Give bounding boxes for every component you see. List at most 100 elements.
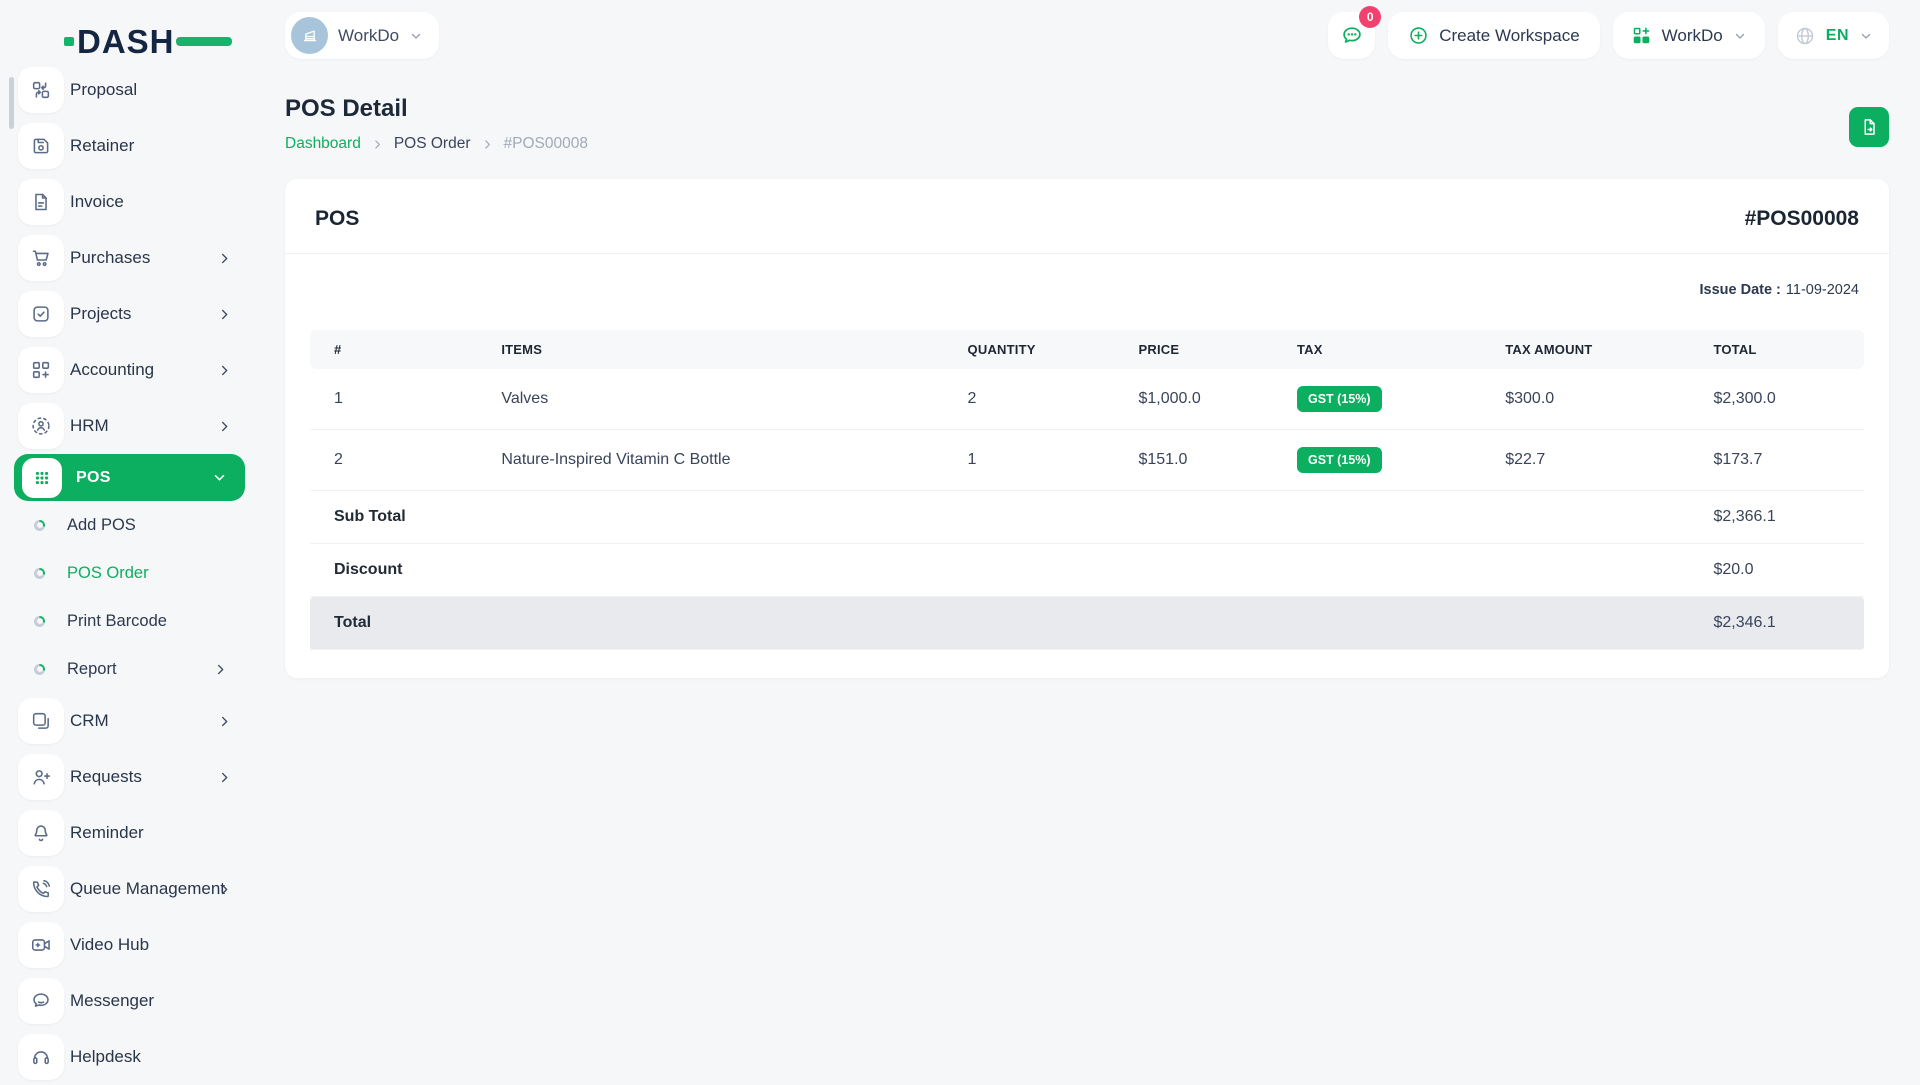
page-title: POS Detail — [285, 95, 588, 123]
bullet-icon — [34, 664, 45, 675]
create-workspace-label: Create Workspace — [1439, 26, 1579, 46]
total-row: Total $2,346.1 — [310, 597, 1864, 650]
document-icon — [1859, 117, 1879, 137]
table-row: 1 Valves 2 $1,000.0 GST (15%) $300.0 $2,… — [310, 369, 1864, 430]
cell-no: 2 — [310, 430, 493, 491]
sidebar-item-invoice[interactable]: Invoice — [0, 174, 258, 230]
table-header-row: # ITEMS QUANTITY PRICE TAX TAX AMOUNT TO… — [310, 330, 1864, 369]
cell-total: $2,300.0 — [1705, 369, 1864, 430]
sidebar-item-messenger[interactable]: Messenger — [0, 973, 258, 1029]
sidebar-item-purchases[interactable]: Purchases — [0, 230, 258, 286]
col-header-items: ITEMS — [493, 330, 959, 369]
globe-icon — [1794, 25, 1816, 47]
language-code: EN — [1826, 27, 1849, 45]
sidebar-item-label: CRM — [70, 711, 109, 731]
chevron-down-icon — [409, 29, 423, 43]
subtotal-label: Sub Total — [310, 491, 1705, 544]
proposal-icon — [18, 67, 64, 113]
app-menu-button[interactable]: WorkDo — [1613, 12, 1765, 59]
messages-button[interactable]: 0 — [1328, 12, 1375, 59]
duplicate-pos-button[interactable] — [1849, 107, 1889, 147]
workspace-avatar — [291, 17, 328, 54]
sidebar-item-helpdesk[interactable]: Helpdesk — [0, 1029, 258, 1085]
sidebar-item-label: Projects — [70, 304, 131, 324]
sidebar-item-pos[interactable]: POS — [14, 454, 245, 501]
sidebar-item-video-hub[interactable]: Video Hub — [0, 917, 258, 973]
main-content: POS Detail Dashboard POS Order #POS00008… — [258, 71, 1920, 1080]
sidebar-item-label: Helpdesk — [70, 1047, 141, 1067]
sidebar-item-requests[interactable]: Requests — [0, 749, 258, 805]
sidebar-item-hrm[interactable]: HRM — [0, 398, 258, 454]
discount-row: Discount $20.0 — [310, 544, 1864, 597]
sidebar-item-label: Purchases — [70, 248, 150, 268]
sidebar-subitem-label: Add POS — [67, 516, 136, 535]
cell-price: $1,000.0 — [1130, 369, 1289, 430]
top-bar: WorkDo 0 Create Workspace WorkDo — [258, 0, 1920, 71]
cell-total: $173.7 — [1705, 430, 1864, 491]
breadcrumb-pos-order[interactable]: POS Order — [394, 135, 471, 153]
sidebar-subitem-label: POS Order — [67, 564, 149, 583]
hrm-icon — [18, 403, 64, 449]
app-logo[interactable]: DASH — [64, 22, 194, 60]
pos-number: #POS00008 — [1745, 207, 1859, 231]
sidebar-item-label: Proposal — [70, 80, 137, 100]
subtotal-value: $2,366.1 — [1705, 491, 1864, 544]
sidebar-item-projects[interactable]: Projects — [0, 286, 258, 342]
breadcrumb-pos-number: #POS00008 — [504, 135, 588, 153]
col-header-tax-amount: TAX AMOUNT — [1497, 330, 1705, 369]
card-title: POS — [315, 207, 359, 231]
sidebar-item-proposal[interactable]: Proposal — [0, 62, 258, 118]
language-selector[interactable]: EN — [1778, 12, 1889, 59]
cell-item: Nature-Inspired Vitamin C Bottle — [493, 430, 959, 491]
sidebar-subitem-add-pos[interactable]: Add POS — [0, 501, 258, 549]
sidebar-subitem-pos-order[interactable]: POS Order — [0, 549, 258, 597]
sidebar-item-label: Retainer — [70, 136, 134, 156]
sidebar-item-label: Reminder — [70, 823, 144, 843]
logo-dot — [64, 37, 74, 46]
cell-tax-amount: $300.0 — [1497, 369, 1705, 430]
total-value: $2,346.1 — [1705, 597, 1864, 650]
chat-bubble-icon — [18, 978, 64, 1024]
chevron-right-icon — [217, 770, 232, 785]
breadcrumb-dashboard-link[interactable]: Dashboard — [285, 135, 361, 153]
workspace-selector[interactable]: WorkDo — [285, 12, 439, 59]
app-menu-label: WorkDo — [1662, 26, 1723, 46]
sidebar-item-label: HRM — [70, 416, 109, 436]
sidebar-item-queue-management[interactable]: Queue Management — [0, 861, 258, 917]
table-row: 2 Nature-Inspired Vitamin C Bottle 1 $15… — [310, 430, 1864, 491]
discount-label: Discount — [310, 544, 1705, 597]
chevron-down-icon — [1859, 29, 1873, 43]
sidebar-item-crm[interactable]: CRM — [0, 693, 258, 749]
col-header-no: # — [310, 330, 493, 369]
sidebar-item-accounting[interactable]: Accounting — [0, 342, 258, 398]
create-workspace-button[interactable]: Create Workspace — [1388, 12, 1599, 59]
sidebar-subitem-report[interactable]: Report — [0, 645, 258, 693]
video-camera-icon — [18, 922, 64, 968]
top-bar-actions: 0 Create Workspace WorkDo EN — [1328, 12, 1889, 59]
issue-date-value: 11-09-2024 — [1786, 282, 1859, 298]
chat-icon — [1340, 24, 1364, 48]
chevron-right-icon — [217, 882, 232, 897]
sidebar-subitem-label: Print Barcode — [67, 612, 167, 631]
sidebar-nav: Proposal Retainer Invoice Purchases — [0, 62, 258, 1085]
sidebar-item-label: Video Hub — [70, 935, 149, 955]
cell-no: 1 — [310, 369, 493, 430]
cell-qty: 1 — [960, 430, 1131, 491]
chevron-down-icon — [1733, 29, 1747, 43]
chevron-right-icon — [217, 363, 232, 378]
sidebar-subitem-print-barcode[interactable]: Print Barcode — [0, 597, 258, 645]
col-header-quantity: QUANTITY — [960, 330, 1131, 369]
sidebar-item-reminder[interactable]: Reminder — [0, 805, 258, 861]
sidebar-item-label: POS — [76, 469, 111, 487]
workspace-name: WorkDo — [338, 26, 399, 46]
sidebar-item-label: Messenger — [70, 991, 154, 1011]
subtotal-row: Sub Total $2,366.1 — [310, 491, 1864, 544]
sidebar-item-label: Invoice — [70, 192, 124, 212]
sidebar: DASH Proposal Retainer Invoice — [0, 0, 258, 1080]
sidebar-item-retainer[interactable]: Retainer — [0, 118, 258, 174]
cell-price: $151.0 — [1130, 430, 1289, 491]
requests-icon — [18, 754, 64, 800]
sidebar-item-label: Accounting — [70, 360, 154, 380]
chevron-right-icon — [217, 714, 232, 729]
issue-date-row: Issue Date : 11-09-2024 — [285, 254, 1889, 330]
